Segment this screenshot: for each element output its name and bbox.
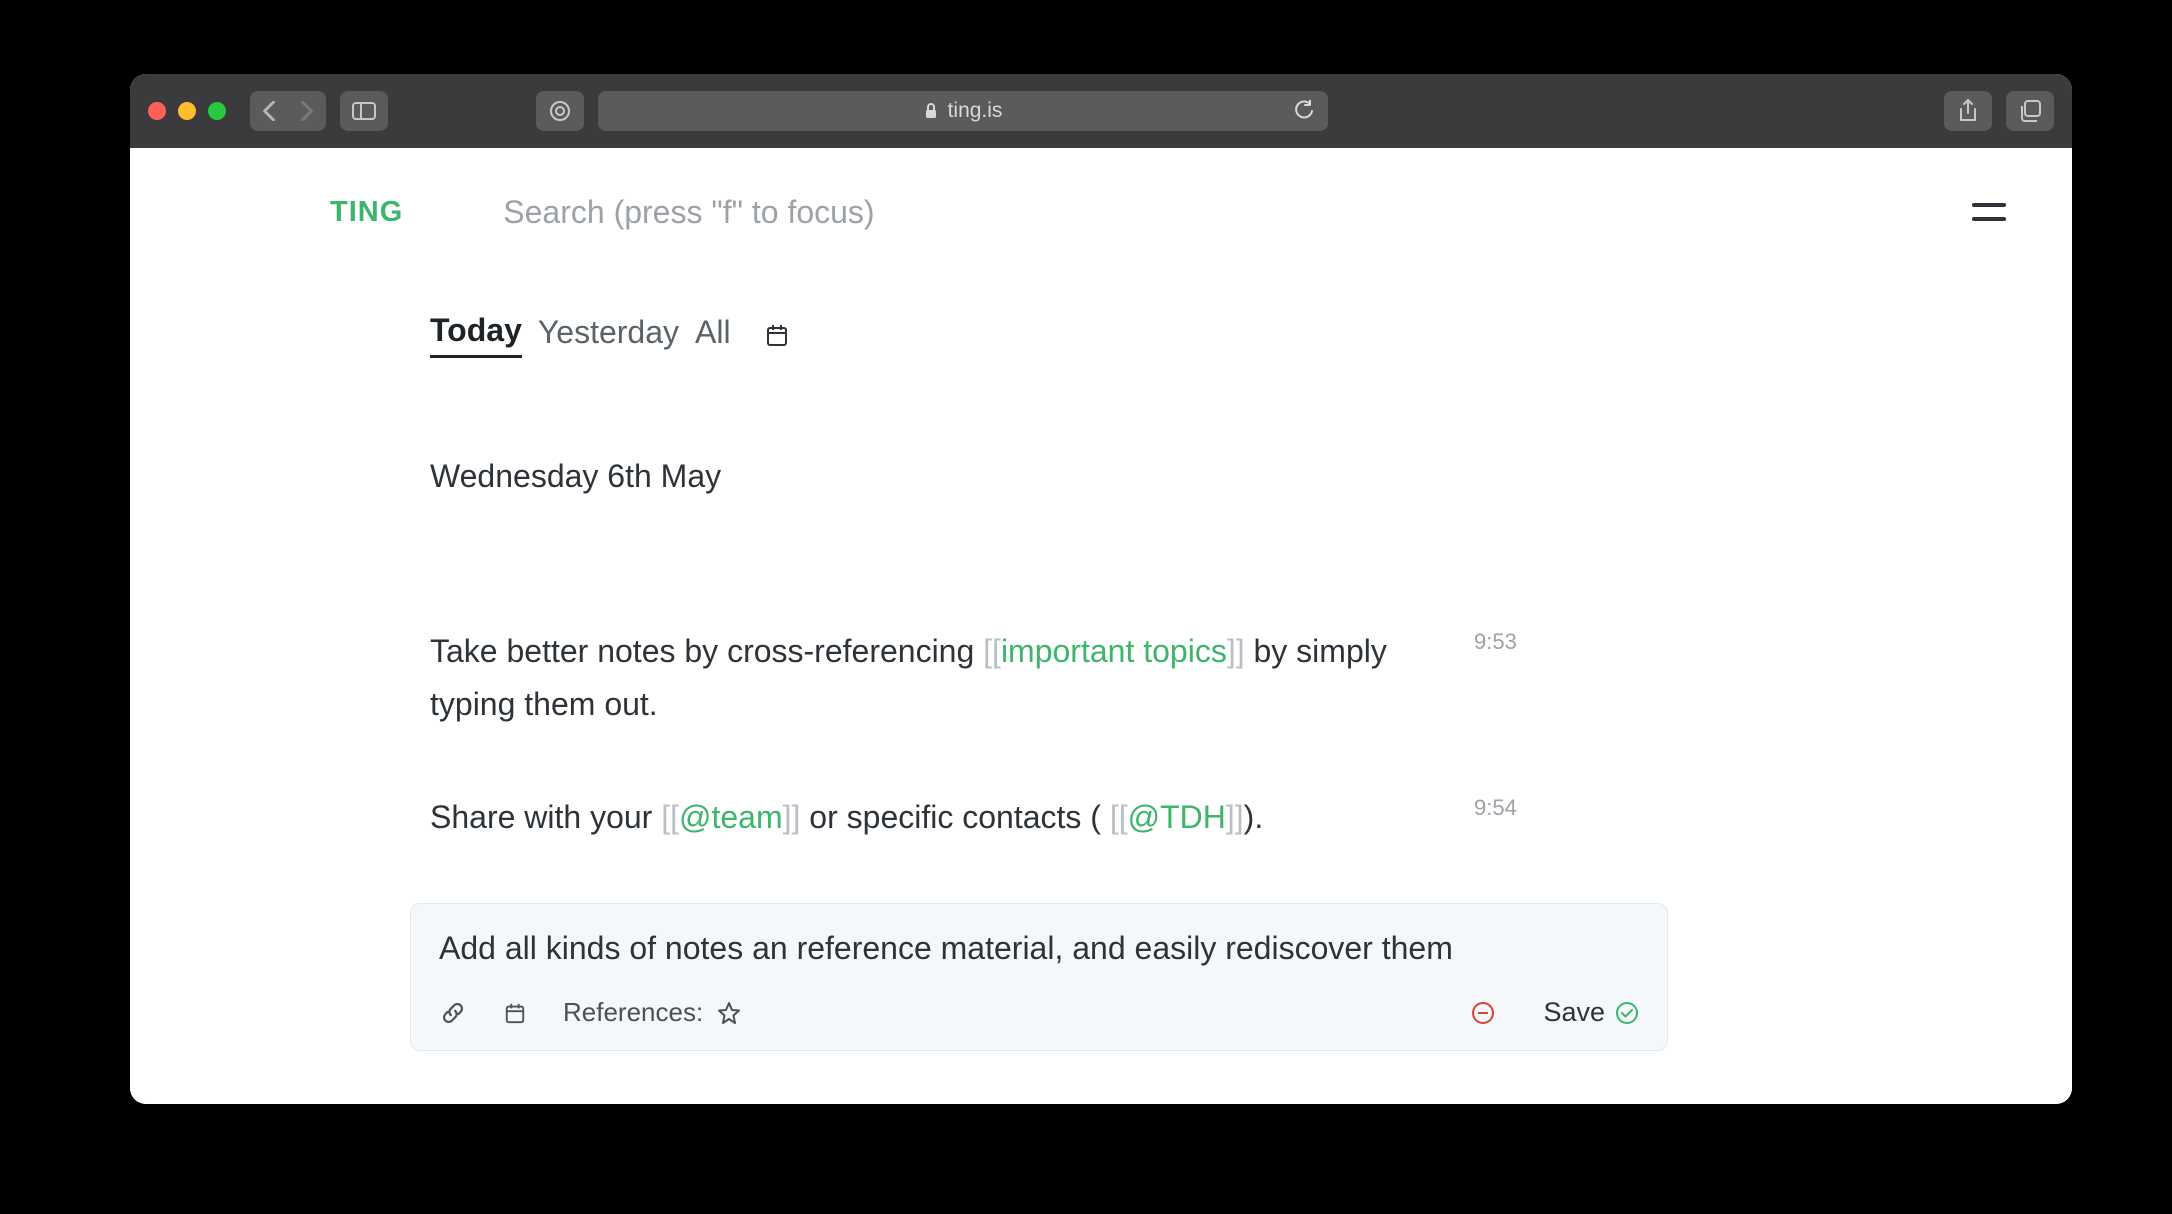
mention-link[interactable]: @team <box>679 799 783 835</box>
share-button[interactable] <box>1944 91 1992 131</box>
sidebar-toggle-button[interactable] <box>340 91 388 131</box>
main-content: Today Yesterday All Wednesday 6th May Ta… <box>130 232 1530 1051</box>
note-time: 9:54 <box>1474 791 1530 821</box>
delete-icon[interactable] <box>1471 1001 1495 1025</box>
mention-link[interactable]: @TDH <box>1128 799 1226 835</box>
note-text[interactable]: Share with your [[@team]] or specific co… <box>430 791 1454 844</box>
bracket-open: [[ <box>1110 799 1128 835</box>
app-header: TING <box>130 148 2072 232</box>
page-content: TING Today Yesterday All Wednesday 6th M… <box>130 148 2072 1104</box>
references-label: References: <box>563 997 703 1028</box>
traffic-lights <box>148 102 226 120</box>
privacy-report-button[interactable] <box>536 91 584 131</box>
address-host: ting.is <box>948 99 1003 123</box>
calendar-icon[interactable] <box>765 323 789 347</box>
reload-button[interactable] <box>1294 100 1314 122</box>
note-row: Share with your [[@team]] or specific co… <box>430 791 1530 844</box>
save-label: Save <box>1543 997 1605 1028</box>
date-tabs: Today Yesterday All <box>430 312 1530 358</box>
calendar-icon[interactable] <box>501 999 529 1027</box>
maximize-window-button[interactable] <box>208 102 226 120</box>
note-row: Take better notes by cross-referencing [… <box>430 625 1530 731</box>
references-group: References: <box>563 997 743 1028</box>
notes-list: Take better notes by cross-referencing [… <box>430 625 1530 843</box>
back-button[interactable] <box>250 91 288 131</box>
tabs-button[interactable] <box>2006 91 2054 131</box>
forward-button[interactable] <box>288 91 326 131</box>
star-icon[interactable] <box>715 999 743 1027</box>
brand-logo[interactable]: TING <box>330 196 403 229</box>
browser-window: ting.is TING Today Yesterday <box>130 74 2072 1104</box>
chrome-right-tools <box>1944 91 2054 131</box>
tab-yesterday[interactable]: Yesterday <box>538 314 679 357</box>
editor-actions: Save <box>1471 997 1639 1028</box>
editor-toolbar: References: Save <box>439 997 1639 1028</box>
wiki-link[interactable]: important topics <box>1001 633 1227 669</box>
tab-today[interactable]: Today <box>430 312 522 358</box>
bracket-close: ]] <box>783 799 801 835</box>
address-bar[interactable]: ting.is <box>598 91 1328 131</box>
close-window-button[interactable] <box>148 102 166 120</box>
menu-button[interactable] <box>1972 192 2012 232</box>
tab-all[interactable]: All <box>695 314 731 357</box>
note-time: 9:53 <box>1474 625 1530 655</box>
minimize-window-button[interactable] <box>178 102 196 120</box>
save-button[interactable]: Save <box>1543 997 1639 1028</box>
browser-chrome: ting.is <box>130 74 2072 148</box>
bracket-close: ]] <box>1226 799 1244 835</box>
note-text[interactable]: Take better notes by cross-referencing [… <box>430 625 1454 731</box>
check-circle-icon <box>1615 1001 1639 1025</box>
search-input[interactable] <box>503 194 1972 231</box>
bracket-open: [[ <box>661 799 679 835</box>
link-icon[interactable] <box>439 999 467 1027</box>
note-editor[interactable]: Add all kinds of notes an reference mate… <box>410 903 1668 1051</box>
editor-textarea[interactable]: Add all kinds of notes an reference mate… <box>439 930 1639 967</box>
lock-icon <box>924 102 938 120</box>
bracket-open: [[ <box>983 633 1001 669</box>
date-heading: Wednesday 6th May <box>430 458 1530 495</box>
nav-back-forward <box>250 91 326 131</box>
bracket-close: ]] <box>1227 633 1245 669</box>
